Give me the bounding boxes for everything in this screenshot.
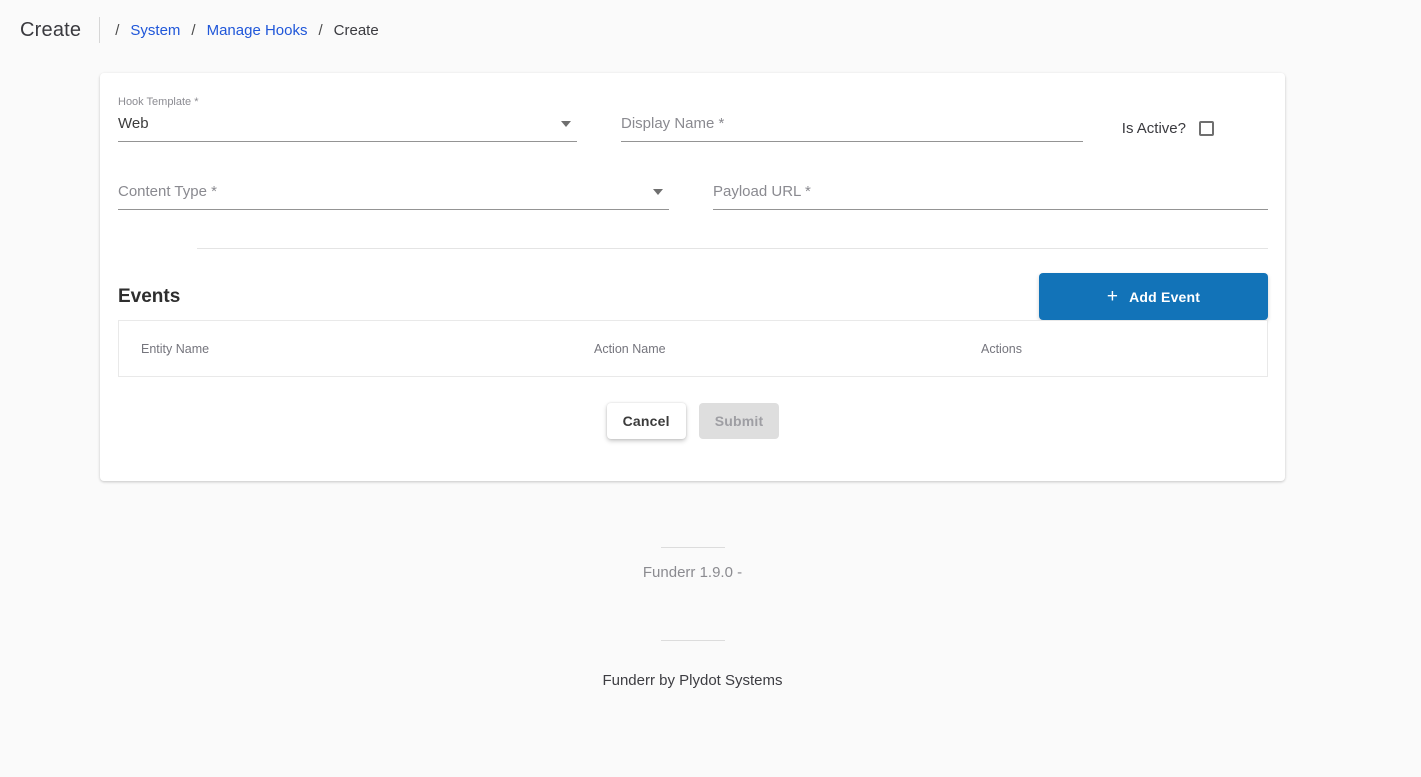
- form-row-2: Content Type *: [118, 183, 1268, 210]
- section-divider: [197, 248, 1268, 249]
- events-title: Events: [118, 285, 181, 307]
- main-content: Hook Template * Web Is Active? Content T…: [100, 73, 1285, 689]
- column-header-entity-name: Entity Name: [141, 341, 210, 356]
- create-hook-card: Hook Template * Web Is Active? Content T…: [100, 73, 1285, 481]
- hook-template-value: Web: [118, 115, 149, 132]
- form-row-1: Hook Template * Web Is Active?: [118, 96, 1268, 142]
- content-type-placeholder: Content Type *: [118, 183, 217, 200]
- credit-text: Funderr by Plydot Systems: [602, 672, 783, 689]
- footer-divider: [660, 640, 725, 641]
- breadcrumb-link-system[interactable]: System: [130, 22, 180, 39]
- page-title: Create: [20, 18, 82, 41]
- version-text: Funderr 1.9.0 -: [642, 564, 743, 581]
- top-bar: Create / System / Manage Hooks / Create: [0, 0, 1421, 57]
- column-header-action-name: Action Name: [594, 341, 666, 356]
- breadcrumb-current: Create: [333, 21, 379, 39]
- submit-button[interactable]: Submit: [698, 403, 780, 439]
- display-name-field: [621, 115, 1083, 142]
- chevron-down-icon: [653, 188, 663, 195]
- display-name-input[interactable]: [621, 115, 1083, 142]
- breadcrumb-separator: /: [191, 21, 196, 39]
- form-actions: Cancel Submit: [118, 403, 1268, 439]
- column-header-actions: Actions: [981, 341, 1022, 356]
- footer-divider: [660, 547, 725, 548]
- title-divider: [99, 17, 101, 43]
- content-type-field: Content Type *: [118, 183, 669, 210]
- payload-url-field: [713, 183, 1268, 210]
- breadcrumb-separator: /: [115, 21, 120, 39]
- hook-template-select[interactable]: Web: [118, 115, 577, 142]
- hook-template-field: Hook Template * Web: [118, 96, 577, 142]
- is-active-checkbox[interactable]: [1199, 121, 1214, 136]
- add-event-label: Add Event: [1129, 288, 1201, 305]
- is-active-group: Is Active?: [1122, 120, 1214, 142]
- chevron-down-icon: [561, 120, 571, 127]
- events-table: Entity Name Action Name Actions: [118, 320, 1268, 377]
- breadcrumb: / System / Manage Hooks / Create: [115, 22, 378, 39]
- content-type-select[interactable]: Content Type *: [118, 183, 669, 210]
- plus-icon: +: [1106, 286, 1119, 307]
- hook-template-label: Hook Template *: [118, 96, 199, 108]
- cancel-button[interactable]: Cancel: [606, 403, 686, 439]
- payload-url-input[interactable]: [713, 183, 1268, 210]
- breadcrumb-separator: /: [318, 21, 323, 39]
- is-active-label: Is Active?: [1121, 120, 1186, 137]
- add-event-button[interactable]: + Add Event: [1039, 273, 1268, 320]
- events-header: Events + Add Event: [118, 273, 1268, 320]
- footer: Funderr 1.9.0 - Funderr by Plydot System…: [100, 547, 1285, 689]
- breadcrumb-link-manage-hooks[interactable]: Manage Hooks: [207, 22, 308, 39]
